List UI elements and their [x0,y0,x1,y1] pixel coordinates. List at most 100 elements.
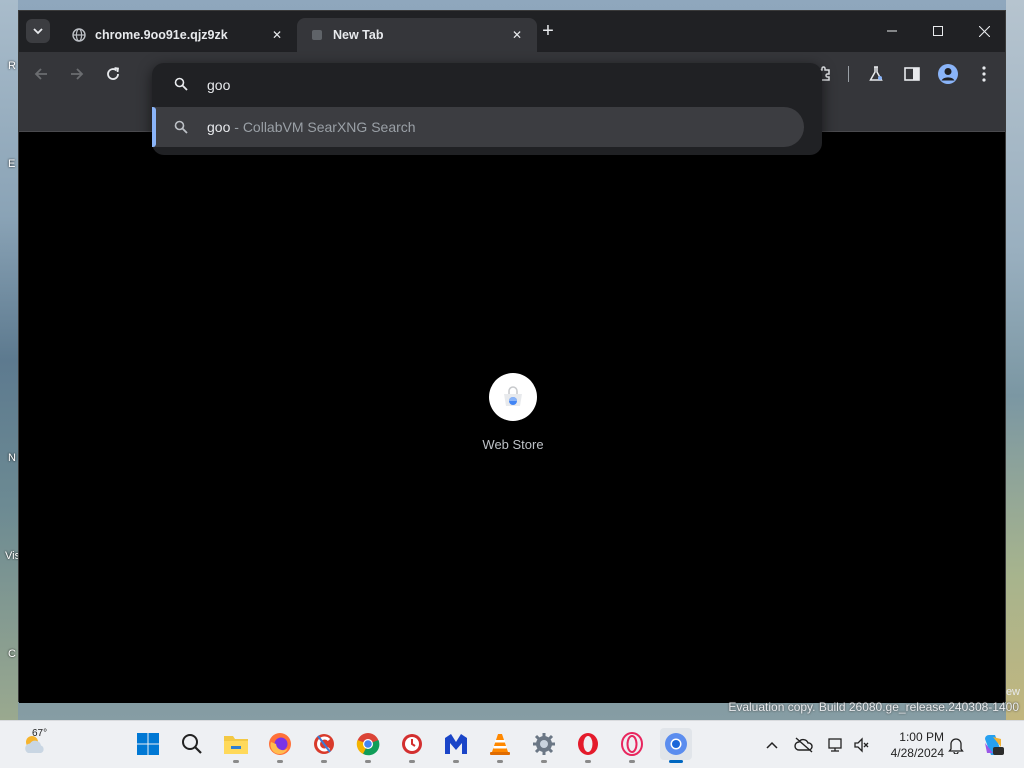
maximize-icon [933,26,943,36]
chrome-icon [356,733,380,756]
chevron-down-icon [33,28,43,35]
running-indicator [629,760,635,763]
tab-search-button[interactable] [26,19,50,43]
tab-close-icon[interactable]: ✕ [269,27,285,43]
suggestion-selected-indicator [152,107,156,147]
omnibox-text: goo [207,77,231,93]
copilot-icon [985,735,1004,755]
malwarebytes-icon [445,734,467,754]
tab-strip: chrome.9oo91e.qjz9zk ✕ New Tab ✕ + [19,11,1005,52]
onedrive-button[interactable] [794,735,814,755]
new-tab-favicon-icon [309,27,325,43]
clock-time: 1:00 PM [899,730,944,744]
omnibox-popup: goo goo - CollabVM SearXNG Search [152,63,822,155]
volume-button[interactable] [852,735,872,755]
opera-icon [578,733,598,755]
running-indicator [409,760,415,763]
new-tab-page: Web Store [19,133,1005,703]
running-indicator [277,760,283,763]
back-button[interactable] [29,62,53,86]
ccleaner-icon [314,734,334,754]
maximize-button[interactable] [915,11,961,51]
cloud-off-icon [794,737,813,753]
labs-button[interactable] [864,62,888,86]
bell-icon [948,738,964,754]
taskbar-chrome[interactable] [352,728,384,763]
vlc-cone-icon [490,734,510,755]
network-button[interactable] [826,735,846,755]
chromium-icon [665,733,687,755]
suggestion-description: CollabVM SearXNG Search [242,119,416,135]
desktop-icon-label[interactable]: E [8,158,15,170]
show-hidden-icons-button[interactable] [762,735,782,755]
reload-button[interactable] [101,62,125,86]
speaker-muted-icon [854,737,869,753]
taskbar-file-explorer[interactable] [220,728,252,763]
taskbar-chromium[interactable] [660,728,692,763]
kebab-menu-icon [982,66,986,82]
search-icon [174,77,188,96]
tab-title: New Tab [333,28,384,42]
search-button[interactable] [176,728,208,760]
taskbar-ccleaner[interactable] [308,728,340,763]
taskbar-opera[interactable] [572,728,604,763]
profile-button[interactable] [936,62,960,86]
desktop-wallpaper-right [1006,0,1024,720]
shortcut-web-store[interactable]: Web Store [473,373,553,452]
windows-logo-icon [137,733,159,755]
minimize-button[interactable] [869,11,915,51]
tab-chrome-9oo91e[interactable]: chrome.9oo91e.qjz9zk ✕ [59,18,297,52]
chevron-up-icon [766,741,778,749]
menu-button[interactable] [972,62,996,86]
weather-temp: 67° [32,728,48,739]
running-indicator [585,760,591,763]
taskbar-opera-gx[interactable] [616,728,648,763]
tab-title: chrome.9oo91e.qjz9zk [95,28,228,42]
omnibox-input[interactable]: goo [152,63,822,107]
forward-button[interactable] [65,62,89,86]
avatar-icon [938,64,958,84]
suggestion-separator: - [230,119,243,135]
running-indicator [453,760,459,763]
notifications-button[interactable] [946,735,966,755]
running-indicator [541,760,547,763]
running-indicator [321,760,327,763]
clock-date: 4/28/2024 [890,746,944,760]
network-icon [828,738,842,752]
build-watermark: Evaluation copy. Build 26080.ge_release.… [728,700,1019,714]
taskbar-vlc[interactable] [484,728,516,763]
taskbar-app-clock[interactable] [396,728,428,763]
taskbar-malwarebytes[interactable] [440,728,472,763]
web-store-icon [489,373,537,421]
tab-close-icon[interactable]: ✕ [509,27,525,43]
clock[interactable]: 1:00 PM 4/28/2024 [884,729,944,761]
desktop-icon-label[interactable]: N [8,452,16,464]
weather-widget[interactable]: 67° [18,727,58,759]
active-indicator [669,760,683,763]
toolbar-divider [848,66,849,82]
desktop-wallpaper-left [0,0,18,720]
copilot-button[interactable] [980,732,1006,758]
running-indicator [365,760,371,763]
taskbar-settings[interactable] [528,728,560,763]
desktop-icon-label[interactable]: R [8,60,16,72]
side-panel-icon [904,67,920,81]
chrome-window: chrome.9oo91e.qjz9zk ✕ New Tab ✕ + Web S… [18,10,1006,703]
globe-icon [71,27,87,43]
start-button[interactable] [132,728,164,760]
firefox-icon [269,733,291,755]
close-window-button[interactable] [961,11,1007,51]
search-icon [174,120,188,139]
running-indicator [233,760,239,763]
reload-icon [107,67,120,80]
arrow-left-icon [34,68,47,80]
search-icon [182,734,202,754]
minimize-icon [887,30,897,32]
flask-icon [869,66,883,81]
taskbar-firefox[interactable] [264,728,296,763]
tab-new-tab[interactable]: New Tab ✕ [297,18,537,52]
side-panel-button[interactable] [900,62,924,86]
new-tab-button[interactable]: + [538,21,558,42]
omnibox-suggestion[interactable]: goo - CollabVM SearXNG Search [152,107,804,147]
desktop-icon-label[interactable]: C [8,648,16,660]
